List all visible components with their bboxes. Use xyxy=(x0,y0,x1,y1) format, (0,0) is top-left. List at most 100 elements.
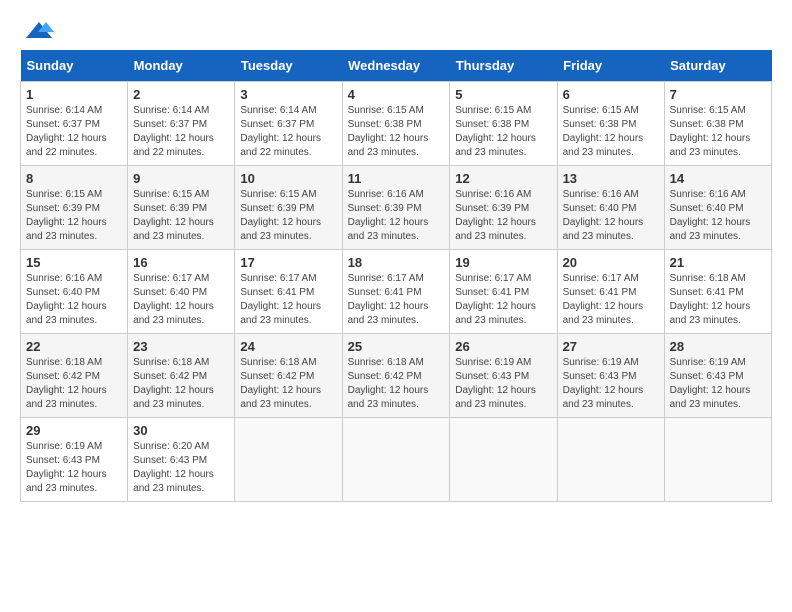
daylight-label: Daylight: 12 hours xyxy=(455,301,536,312)
sunset-label: Sunset: 6:37 PM xyxy=(133,119,207,130)
daylight-minutes: and 22 minutes. xyxy=(26,147,97,158)
sunrise-label: Sunrise: 6:17 AM xyxy=(455,273,531,284)
header xyxy=(20,20,772,40)
day-cell: 11 Sunrise: 6:16 AM Sunset: 6:39 PM Dayl… xyxy=(342,166,450,250)
sunset-label: Sunset: 6:42 PM xyxy=(133,371,207,382)
sunrise-label: Sunrise: 6:18 AM xyxy=(133,357,209,368)
week-row-1: 1 Sunrise: 6:14 AM Sunset: 6:37 PM Dayli… xyxy=(21,82,772,166)
sunrise-label: Sunrise: 6:20 AM xyxy=(133,441,209,452)
header-row: SundayMondayTuesdayWednesdayThursdayFrid… xyxy=(21,50,772,82)
daylight-minutes: and 23 minutes. xyxy=(455,315,526,326)
sunrise-label: Sunrise: 6:15 AM xyxy=(348,105,424,116)
sunset-label: Sunset: 6:38 PM xyxy=(563,119,637,130)
day-cell: 4 Sunrise: 6:15 AM Sunset: 6:38 PM Dayli… xyxy=(342,82,450,166)
day-info: Sunrise: 6:15 AM Sunset: 6:38 PM Dayligh… xyxy=(670,104,766,160)
sunrise-label: Sunrise: 6:17 AM xyxy=(563,273,639,284)
day-info: Sunrise: 6:18 AM Sunset: 6:42 PM Dayligh… xyxy=(26,356,122,412)
daylight-label: Daylight: 12 hours xyxy=(348,133,429,144)
day-info: Sunrise: 6:19 AM Sunset: 6:43 PM Dayligh… xyxy=(563,356,659,412)
sunrise-label: Sunrise: 6:18 AM xyxy=(240,357,316,368)
day-cell: 30 Sunrise: 6:20 AM Sunset: 6:43 PM Dayl… xyxy=(128,418,235,502)
sunset-label: Sunset: 6:42 PM xyxy=(348,371,422,382)
sunrise-label: Sunrise: 6:19 AM xyxy=(563,357,639,368)
day-cell: 19 Sunrise: 6:17 AM Sunset: 6:41 PM Dayl… xyxy=(450,250,557,334)
day-cell xyxy=(342,418,450,502)
daylight-minutes: and 23 minutes. xyxy=(133,483,204,494)
day-cell: 17 Sunrise: 6:17 AM Sunset: 6:41 PM Dayl… xyxy=(235,250,342,334)
daylight-label: Daylight: 12 hours xyxy=(563,133,644,144)
day-number: 24 xyxy=(240,339,336,354)
day-cell: 28 Sunrise: 6:19 AM Sunset: 6:43 PM Dayl… xyxy=(664,334,771,418)
day-cell: 15 Sunrise: 6:16 AM Sunset: 6:40 PM Dayl… xyxy=(21,250,128,334)
daylight-minutes: and 23 minutes. xyxy=(563,147,634,158)
sunrise-label: Sunrise: 6:16 AM xyxy=(348,189,424,200)
daylight-label: Daylight: 12 hours xyxy=(348,385,429,396)
week-row-3: 15 Sunrise: 6:16 AM Sunset: 6:40 PM Dayl… xyxy=(21,250,772,334)
day-cell: 25 Sunrise: 6:18 AM Sunset: 6:42 PM Dayl… xyxy=(342,334,450,418)
day-cell: 12 Sunrise: 6:16 AM Sunset: 6:39 PM Dayl… xyxy=(450,166,557,250)
day-number: 22 xyxy=(26,339,122,354)
day-cell: 10 Sunrise: 6:15 AM Sunset: 6:39 PM Dayl… xyxy=(235,166,342,250)
day-number: 4 xyxy=(348,87,445,102)
day-number: 28 xyxy=(670,339,766,354)
day-info: Sunrise: 6:15 AM Sunset: 6:38 PM Dayligh… xyxy=(348,104,445,160)
day-number: 23 xyxy=(133,339,229,354)
daylight-label: Daylight: 12 hours xyxy=(26,469,107,480)
day-number: 21 xyxy=(670,255,766,270)
sunrise-label: Sunrise: 6:16 AM xyxy=(455,189,531,200)
sunset-label: Sunset: 6:41 PM xyxy=(563,287,637,298)
daylight-label: Daylight: 12 hours xyxy=(563,217,644,228)
daylight-minutes: and 23 minutes. xyxy=(348,315,419,326)
day-number: 8 xyxy=(26,171,122,186)
daylight-minutes: and 23 minutes. xyxy=(348,399,419,410)
sunrise-label: Sunrise: 6:16 AM xyxy=(26,273,102,284)
column-header-thursday: Thursday xyxy=(450,50,557,82)
sunrise-label: Sunrise: 6:17 AM xyxy=(133,273,209,284)
sunset-label: Sunset: 6:43 PM xyxy=(563,371,637,382)
week-row-2: 8 Sunrise: 6:15 AM Sunset: 6:39 PM Dayli… xyxy=(21,166,772,250)
sunset-label: Sunset: 6:38 PM xyxy=(670,119,744,130)
daylight-label: Daylight: 12 hours xyxy=(348,301,429,312)
day-info: Sunrise: 6:15 AM Sunset: 6:39 PM Dayligh… xyxy=(133,188,229,244)
sunset-label: Sunset: 6:39 PM xyxy=(133,203,207,214)
column-header-monday: Monday xyxy=(128,50,235,82)
daylight-label: Daylight: 12 hours xyxy=(26,385,107,396)
day-cell: 2 Sunrise: 6:14 AM Sunset: 6:37 PM Dayli… xyxy=(128,82,235,166)
day-cell: 8 Sunrise: 6:15 AM Sunset: 6:39 PM Dayli… xyxy=(21,166,128,250)
daylight-minutes: and 23 minutes. xyxy=(26,399,97,410)
sunset-label: Sunset: 6:39 PM xyxy=(26,203,100,214)
day-number: 5 xyxy=(455,87,551,102)
day-number: 7 xyxy=(670,87,766,102)
sunrise-label: Sunrise: 6:16 AM xyxy=(563,189,639,200)
day-number: 3 xyxy=(240,87,336,102)
sunrise-label: Sunrise: 6:17 AM xyxy=(240,273,316,284)
daylight-label: Daylight: 12 hours xyxy=(240,301,321,312)
sunset-label: Sunset: 6:39 PM xyxy=(348,203,422,214)
daylight-label: Daylight: 12 hours xyxy=(670,217,751,228)
daylight-minutes: and 23 minutes. xyxy=(348,147,419,158)
sunrise-label: Sunrise: 6:14 AM xyxy=(133,105,209,116)
day-info: Sunrise: 6:19 AM Sunset: 6:43 PM Dayligh… xyxy=(670,356,766,412)
daylight-minutes: and 23 minutes. xyxy=(563,399,634,410)
daylight-label: Daylight: 12 hours xyxy=(26,217,107,228)
daylight-minutes: and 23 minutes. xyxy=(348,231,419,242)
day-number: 13 xyxy=(563,171,659,186)
sunrise-label: Sunrise: 6:19 AM xyxy=(26,441,102,452)
day-cell: 5 Sunrise: 6:15 AM Sunset: 6:38 PM Dayli… xyxy=(450,82,557,166)
sunrise-label: Sunrise: 6:15 AM xyxy=(670,105,746,116)
daylight-label: Daylight: 12 hours xyxy=(670,133,751,144)
day-info: Sunrise: 6:16 AM Sunset: 6:40 PM Dayligh… xyxy=(26,272,122,328)
day-cell xyxy=(235,418,342,502)
day-info: Sunrise: 6:17 AM Sunset: 6:41 PM Dayligh… xyxy=(348,272,445,328)
logo xyxy=(20,20,54,40)
day-cell: 20 Sunrise: 6:17 AM Sunset: 6:41 PM Dayl… xyxy=(557,250,664,334)
day-number: 14 xyxy=(670,171,766,186)
page-container: SundayMondayTuesdayWednesdayThursdayFrid… xyxy=(20,20,772,502)
day-info: Sunrise: 6:19 AM Sunset: 6:43 PM Dayligh… xyxy=(26,440,122,496)
day-cell: 16 Sunrise: 6:17 AM Sunset: 6:40 PM Dayl… xyxy=(128,250,235,334)
day-cell: 23 Sunrise: 6:18 AM Sunset: 6:42 PM Dayl… xyxy=(128,334,235,418)
day-number: 6 xyxy=(563,87,659,102)
sunset-label: Sunset: 6:38 PM xyxy=(348,119,422,130)
day-info: Sunrise: 6:14 AM Sunset: 6:37 PM Dayligh… xyxy=(133,104,229,160)
logo-icon xyxy=(24,20,54,40)
